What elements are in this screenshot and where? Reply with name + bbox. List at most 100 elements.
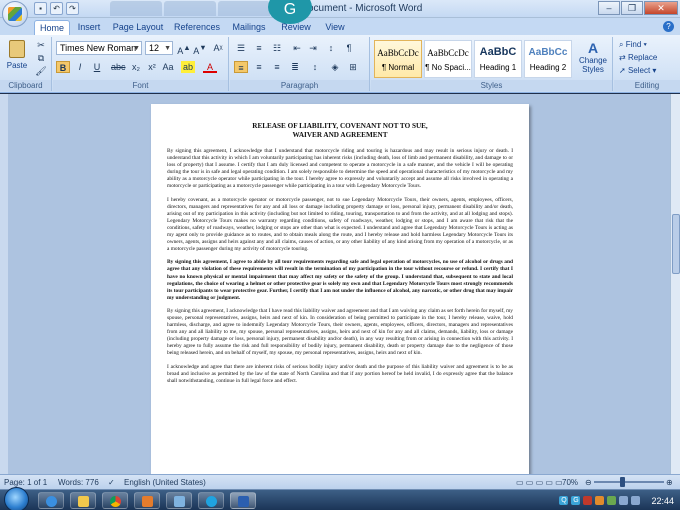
justify-icon[interactable]: ≣ [288, 61, 302, 73]
increase-indent-icon[interactable]: ⇥ [306, 42, 320, 54]
taskbar-explorer[interactable] [70, 492, 96, 509]
font-name-value: Times New Roman [60, 43, 137, 53]
style-no-spacing[interactable]: AaBbCcDc ¶ No Spaci... [424, 40, 472, 78]
tab-home[interactable]: Home [34, 20, 70, 35]
sort-icon[interactable]: ↕ [324, 42, 338, 54]
align-center-icon[interactable]: ≡ [252, 61, 266, 73]
taskbar-skype[interactable] [198, 492, 224, 509]
volume-icon[interactable] [631, 496, 641, 505]
tray-g-icon[interactable]: G [571, 496, 581, 505]
help-icon[interactable]: ? [663, 21, 674, 32]
line-spacing-icon[interactable]: ↕ [308, 61, 322, 73]
word-count[interactable]: Words: 776 [58, 477, 99, 488]
grow-font-icon[interactable]: A▲ [177, 42, 191, 56]
zoom-slider-knob[interactable] [620, 477, 625, 487]
change-case-icon[interactable]: Aa [161, 61, 175, 73]
borders-icon[interactable]: ⊞ [346, 61, 360, 73]
strikethrough-icon[interactable]: abc [111, 61, 126, 73]
select-button[interactable]: ➚ Select ▾ [618, 65, 676, 77]
start-button[interactable] [4, 487, 29, 510]
italic-icon[interactable]: I [73, 61, 87, 73]
taskbar-chrome[interactable] [102, 492, 128, 509]
ribbon-tab-bar: Home Insert Page Layout References Maili… [0, 18, 680, 35]
format-painter-icon[interactable]: 🖌 [34, 65, 48, 77]
pilcrow-icon[interactable]: ¶ [342, 42, 356, 54]
taskbar-word[interactable] [230, 492, 256, 509]
tab-references[interactable]: References [172, 20, 222, 35]
office-button[interactable] [2, 1, 28, 27]
language[interactable]: English (United States) [124, 477, 206, 488]
cut-icon[interactable]: ✂ [34, 39, 48, 51]
vertical-scrollbar[interactable] [670, 94, 680, 474]
tray-icon[interactable] [583, 496, 593, 505]
document-area: RELEASE OF LIABILITY, COVENANT NOT TO SU… [8, 94, 670, 474]
paragraph-group-label: Paragraph [230, 80, 369, 91]
select-label: Select [627, 66, 651, 75]
superscript-icon[interactable]: x² [145, 61, 159, 73]
shading-icon[interactable]: ◈ [328, 61, 342, 73]
tab-mailings[interactable]: Mailings [228, 20, 270, 35]
editing-group-label: Editing [614, 80, 680, 91]
scrollbar-thumb[interactable] [672, 214, 680, 274]
chevron-down-icon: ▼ [164, 45, 171, 52]
style-normal[interactable]: AaBbCcDc ¶ Normal [374, 40, 422, 78]
copy-icon[interactable]: ⧉ [34, 52, 48, 64]
restore-button[interactable]: ❐ [621, 1, 643, 15]
taskbar-app[interactable] [134, 492, 160, 509]
zoom-out-icon[interactable]: ⊖ [585, 477, 592, 488]
align-right-icon[interactable]: ≡ [270, 61, 284, 73]
window-controls: – ❐ ✕ [598, 1, 678, 15]
tab-view[interactable]: View [320, 20, 350, 35]
change-styles-button[interactable]: A Change Styles [576, 39, 610, 79]
view-buttons[interactable]: ▭ ▭ ▭ ▭ ▭ [516, 477, 563, 488]
change-styles-icon: A [587, 40, 599, 56]
save-icon[interactable]: ▪ [34, 2, 47, 15]
change-styles-label: Change Styles [578, 56, 608, 74]
undo-icon[interactable]: ↶ [50, 2, 63, 15]
subscript-icon[interactable]: x₂ [129, 61, 143, 73]
multilevel-list-icon[interactable]: ☷ [270, 42, 284, 54]
page-count[interactable]: Page: 1 of 1 [4, 477, 47, 488]
document-page[interactable]: RELEASE OF LIABILITY, COVENANT NOT TO SU… [151, 104, 529, 474]
taskbar-clock[interactable]: 22:44 [651, 496, 674, 506]
tab-page-layout[interactable]: Page Layout [110, 20, 166, 35]
zoom-level[interactable]: 70% [562, 477, 578, 488]
bullets-icon[interactable]: ☰ [234, 42, 248, 54]
proofing-icon[interactable]: ✓ [108, 477, 115, 488]
paste-label: Paste [6, 61, 28, 70]
minimize-button[interactable]: – [598, 1, 620, 15]
zoom-slider-track[interactable] [594, 481, 664, 483]
highlight-icon[interactable]: ab [181, 61, 195, 73]
zoom-in-icon[interactable]: ⊕ [666, 477, 673, 488]
document-title: RELEASE OF LIABILITY, COVENANT NOT TO SU… [167, 122, 513, 140]
font-name-select[interactable]: Times New Roman ▼ [56, 41, 142, 55]
find-button[interactable]: ⌕ Find ▾ [618, 39, 676, 51]
paste-button[interactable]: Paste [4, 39, 30, 75]
tray-q-icon[interactable]: Q [559, 496, 569, 505]
network-icon[interactable] [619, 496, 629, 505]
decrease-indent-icon[interactable]: ⇤ [290, 42, 304, 54]
style-heading-1[interactable]: AaBbC Heading 1 [474, 40, 522, 78]
underline-icon[interactable]: U [90, 61, 104, 73]
style-name: ¶ Normal [381, 63, 415, 72]
style-heading-2[interactable]: AaBbCc Heading 2 [524, 40, 572, 78]
redo-icon[interactable]: ↷ [66, 2, 79, 15]
shrink-font-icon[interactable]: A▼ [193, 42, 207, 56]
skype-icon [206, 496, 217, 507]
app-icon [142, 496, 153, 507]
tab-insert[interactable]: Insert [74, 20, 104, 35]
replace-button[interactable]: ⇄ Replace [618, 52, 676, 64]
taskbar-app[interactable] [166, 492, 192, 509]
align-left-icon[interactable]: ≡ [234, 61, 248, 73]
taskbar-ie[interactable] [38, 492, 64, 509]
close-button[interactable]: ✕ [644, 1, 678, 15]
bold-icon[interactable]: B [56, 61, 70, 73]
title-line-1: RELEASE OF LIABILITY, COVENANT NOT TO SU… [252, 122, 428, 130]
font-size-select[interactable]: 12 ▼ [145, 41, 173, 55]
clear-formatting-icon[interactable]: Aᵡ [211, 42, 225, 54]
tray-icon[interactable] [595, 496, 605, 505]
numbering-icon[interactable]: ≡ [252, 42, 266, 54]
font-color-icon[interactable]: A [203, 61, 217, 73]
tray-icon[interactable] [607, 496, 617, 505]
editing-group: ⌕ Find ▾ ⇄ Replace ➚ Select ▾ Editing [614, 37, 680, 91]
